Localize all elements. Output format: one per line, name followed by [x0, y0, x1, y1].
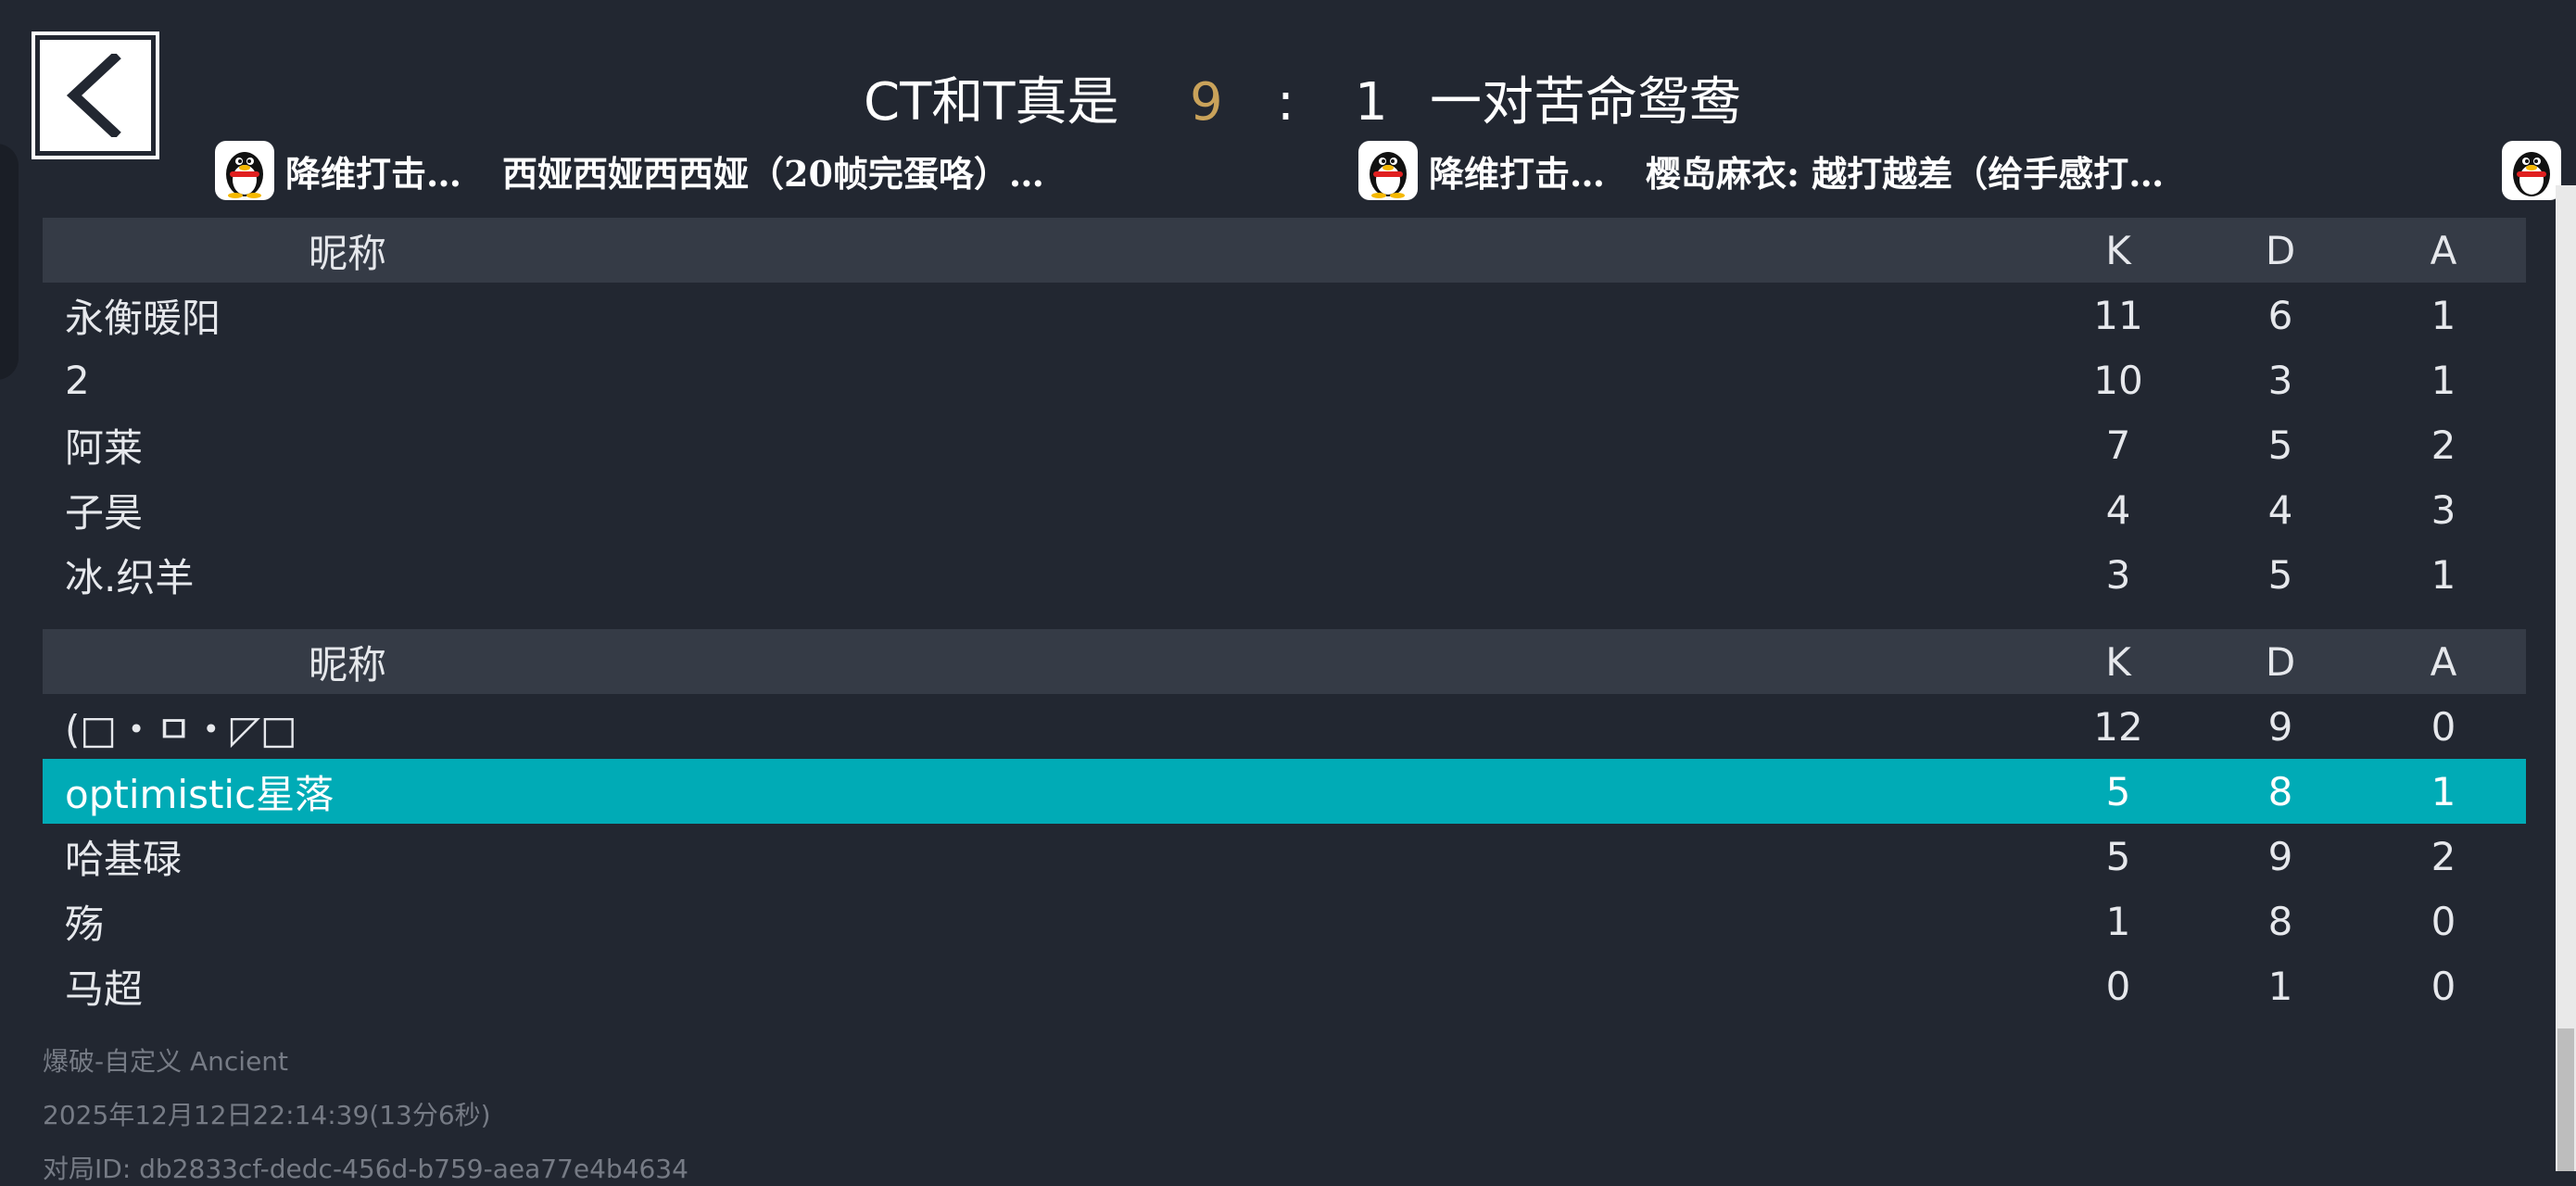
barrage-user-name: 降维打击…: [285, 152, 462, 195]
player-deaths: 3: [2267, 357, 2293, 403]
player-nick: 阿莱: [65, 424, 144, 471]
table-row[interactable]: 永衡暖阳 11 6 1: [43, 283, 2526, 347]
nick-column-header: 昵称: [309, 641, 387, 688]
assists-column-header: A: [2430, 227, 2457, 273]
player-assists: 3: [2431, 486, 2456, 533]
player-nick: optimistic星落: [65, 771, 335, 817]
player-deaths: 9: [2267, 703, 2293, 750]
player-nick: 冰.织羊: [65, 554, 195, 600]
team-left-name: CT和T真是: [864, 72, 1119, 132]
player-assists: 0: [2431, 703, 2456, 750]
player-nick: 永衡暖阳: [65, 295, 221, 341]
nick-column-header: 昵称: [309, 230, 387, 276]
player-nick: (□・ㅁ・◸□: [65, 706, 297, 752]
player-deaths: 9: [2267, 833, 2293, 879]
player-deaths: 6: [2267, 292, 2293, 338]
table-header: 昵称 K D A: [43, 218, 2526, 283]
deaths-column-header: D: [2265, 227, 2296, 273]
player-kills: 3: [2105, 551, 2131, 598]
player-deaths: 8: [2267, 768, 2293, 814]
player-nick: 子昊: [65, 489, 144, 536]
team-right-name: 一对苦命鸳鸯: [1430, 72, 1741, 132]
assists-column-header: A: [2430, 638, 2457, 685]
player-assists: 0: [2431, 898, 2456, 944]
scrollbar-track[interactable]: [2556, 185, 2576, 1171]
score-separator: :: [1277, 72, 1294, 132]
player-kills: 1: [2105, 898, 2131, 944]
match-mode: 爆破-自定义 Ancient: [43, 1046, 289, 1077]
player-kills: 7: [2105, 422, 2131, 468]
table-row-current-player[interactable]: optimistic星落 5 8 1: [43, 759, 2526, 824]
deaths-column-header: D: [2265, 638, 2296, 685]
player-assists: 1: [2431, 551, 2456, 598]
barrage-text: 西娅西娅西西娅（20帧完蛋咯）…: [502, 152, 1044, 195]
player-kills: 4: [2105, 486, 2131, 533]
table-row[interactable]: (□・ㅁ・◸□ 12 9 0: [43, 694, 2526, 759]
player-kills: 12: [2093, 703, 2143, 750]
barrage-comment: 降维打击… 樱岛麻衣: 越打越差（给手感打…: [1358, 139, 2164, 202]
qq-penguin-icon: [1358, 141, 1418, 200]
player-assists: 1: [2431, 768, 2456, 814]
player-assists: 1: [2431, 292, 2456, 338]
table-row[interactable]: 殇 1 8 0: [43, 889, 2526, 953]
player-kills: 10: [2093, 357, 2143, 403]
match-score-header: CT和T真是 9 : 1 一对苦命鸳鸯: [0, 61, 2576, 145]
kills-column-header: K: [2105, 227, 2131, 273]
player-kills: 0: [2105, 963, 2131, 1009]
player-kills: 5: [2105, 833, 2131, 879]
qq-penguin-icon: [2502, 141, 2561, 200]
player-nick: 哈基碌: [65, 836, 183, 882]
team2-scoreboard: 昵称 K D A (□・ㅁ・◸□ 12 9 0 optimistic星落 5 8…: [43, 629, 2526, 1018]
side-drawer-handle[interactable]: [0, 144, 19, 380]
player-nick: 殇: [65, 901, 105, 947]
match-id: 对局ID: db2833cf-dedc-456d-b759-aea77e4b46…: [43, 1154, 688, 1184]
barrage-user-name: 降维打击…: [1429, 152, 1606, 195]
team1-scoreboard: 昵称 K D A 永衡暖阳 11 6 1 2 10 3 1 阿莱 7 5 2 子…: [43, 218, 2526, 607]
table-row[interactable]: 哈基碌 5 9 2: [43, 824, 2526, 889]
player-deaths: 8: [2267, 898, 2293, 944]
player-deaths: 5: [2267, 422, 2293, 468]
player-kills: 11: [2093, 292, 2143, 338]
table-header: 昵称 K D A: [43, 629, 2526, 694]
player-deaths: 1: [2267, 963, 2293, 1009]
barrage-text: 樱岛麻衣: 越打越差（给手感打…: [1646, 152, 2165, 195]
qq-penguin-icon: [215, 141, 274, 200]
player-nick: 2: [65, 357, 90, 403]
score-left: 9: [1190, 72, 1223, 132]
player-assists: 2: [2431, 833, 2456, 879]
player-kills: 5: [2105, 768, 2131, 814]
table-row[interactable]: 2 10 3 1: [43, 347, 2526, 412]
player-assists: 1: [2431, 357, 2456, 403]
table-row[interactable]: 阿莱 7 5 2: [43, 412, 2526, 477]
scrollbar-thumb[interactable]: [2557, 1028, 2574, 1171]
player-assists: 0: [2431, 963, 2456, 1009]
table-row[interactable]: 马超 0 1 0: [43, 953, 2526, 1018]
player-nick: 马超: [65, 965, 144, 1012]
table-row[interactable]: 子昊 4 4 3: [43, 477, 2526, 542]
player-deaths: 5: [2267, 551, 2293, 598]
player-assists: 2: [2431, 422, 2456, 468]
player-deaths: 4: [2267, 486, 2293, 533]
kills-column-header: K: [2105, 638, 2131, 685]
match-time: 2025年12月12日22:14:39(13分6秒): [43, 1100, 491, 1130]
table-row[interactable]: 冰.织羊 3 5 1: [43, 542, 2526, 607]
barrage-comment: 降维打击… 西娅西娅西西娅（20帧完蛋咯）…: [215, 139, 1044, 202]
score-right: 1: [1355, 72, 1388, 132]
